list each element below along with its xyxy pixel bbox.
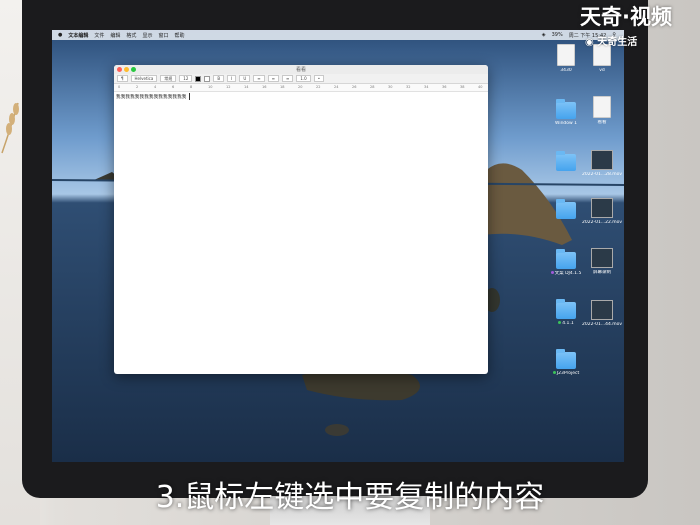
- desktop-folder[interactable]: 文案 DJ4.1.5: [546, 249, 586, 276]
- line-spacing-select[interactable]: 1.0: [296, 75, 311, 82]
- desktop-folder[interactable]: 4.1.1: [546, 299, 586, 326]
- document-icon: [593, 96, 611, 118]
- icon-label: Window 1: [554, 121, 578, 126]
- folder-icon: [556, 299, 576, 319]
- font-size-select[interactable]: 12: [179, 75, 193, 82]
- ruler-tick-label: 38: [460, 85, 465, 89]
- desktop-screen: ● 文本编辑 文件 编辑 格式 显示 窗口 帮助 ◈ 39% 周二 下午 15:…: [52, 30, 624, 462]
- desktop-video[interactable]: 2022-01...28.mov: [582, 150, 622, 177]
- desktop-video[interactable]: 2022-01...22.mov: [582, 198, 622, 225]
- menu-file[interactable]: 文件: [94, 32, 104, 39]
- ruler-tick-label: 20: [298, 85, 303, 89]
- ruler-tick-label: 6: [172, 85, 175, 89]
- ruler-tick-label: 16: [262, 85, 267, 89]
- menu-help[interactable]: 帮助: [174, 32, 184, 39]
- font-weight-select[interactable]: 常规: [160, 75, 177, 82]
- video-caption: 3.鼠标左键选中要复制的内容: [155, 480, 545, 515]
- ruler-tick-label: 28: [370, 85, 375, 89]
- menu-edit[interactable]: 编辑: [110, 32, 120, 39]
- desktop-folder[interactable]: J23Project: [546, 349, 586, 376]
- ruler-tick-label: 2: [136, 85, 139, 89]
- apple-menu-icon[interactable]: ●: [58, 32, 62, 38]
- document-body[interactable]: 我我我我我我我我我我我我我我我: [116, 93, 190, 100]
- icon-label: 3430: [560, 68, 572, 73]
- ruler-tick-label: 36: [442, 85, 447, 89]
- icon-label: 2022-01...22.mov: [582, 220, 622, 225]
- video-thumbnail-icon: [591, 150, 613, 170]
- desktop-file-3430[interactable]: 3430: [546, 44, 586, 73]
- icon-label: 2022-01...28.mov: [582, 172, 622, 177]
- desktop-file-kankan[interactable]: 看看: [582, 96, 622, 125]
- align-center-button[interactable]: ≡: [267, 75, 279, 82]
- icon-label: J23Project: [546, 371, 586, 376]
- ruler-tick-label: 10: [208, 85, 213, 89]
- ruler-tick-label: 12: [226, 85, 231, 89]
- text-color-swatch[interactable]: [195, 75, 202, 82]
- icon-label: 看看: [597, 120, 607, 125]
- window-titlebar[interactable]: 看看: [114, 65, 488, 74]
- folder-icon: [556, 249, 576, 269]
- document-text[interactable]: 我我我我我我我我我我我我我我我: [116, 95, 187, 100]
- video-thumbnail-icon: [591, 300, 613, 320]
- ruler[interactable]: 0 2 4 6 8 10 12 14 16 18 20 22 24 26 28 30 32 34 36 38 40: [114, 84, 488, 92]
- menu-window[interactable]: 窗口: [158, 32, 168, 39]
- menu-bar: ● 文本编辑 文件 编辑 格式 显示 窗口 帮助 ◈ 39% 周二 下午 15:…: [52, 30, 624, 40]
- menu-view[interactable]: 显示: [142, 32, 152, 39]
- paragraph-style-select[interactable]: ¶: [117, 75, 128, 82]
- menu-app-name[interactable]: 文本编辑: [68, 32, 88, 39]
- video-thumbnail-icon: [591, 198, 613, 218]
- textedit-window[interactable]: 看看 ¶ Helvetica 常规 12 B I U ≡ ≡ ≡ 1.0 • 0…: [114, 65, 488, 374]
- list-style-select[interactable]: •: [313, 75, 325, 82]
- format-toolbar: ¶ Helvetica 常规 12 B I U ≡ ≡ ≡ 1.0 •: [114, 74, 488, 84]
- watermark-sub-text: 天奇生活: [597, 37, 638, 48]
- watermark-brand: 天奇·视频: [580, 5, 672, 29]
- desktop-video[interactable]: 屏幕录制: [582, 248, 622, 275]
- ruler-tick-label: 22: [316, 85, 321, 89]
- ruler-tick-label: 34: [424, 85, 429, 89]
- desktop-folder[interactable]: [546, 199, 586, 221]
- icon-label: 4.1.1: [546, 321, 586, 326]
- icon-label: 文案 DJ4.1.5: [546, 271, 586, 276]
- wifi-icon[interactable]: ◈: [542, 32, 546, 39]
- ruler-tick-label: 14: [244, 85, 249, 89]
- ruler-tick-label: 24: [334, 85, 339, 89]
- ruler-tick-label: 18: [280, 85, 285, 89]
- wheat-decoration: [1, 102, 19, 154]
- desktop-folder-window1[interactable]: Window 1: [546, 99, 586, 126]
- battery-percent[interactable]: 39%: [552, 32, 563, 39]
- font-family-select[interactable]: Helvetica: [130, 75, 158, 82]
- desktop-video[interactable]: 2022-01...44.mov: [582, 300, 622, 327]
- bold-button[interactable]: B: [213, 75, 225, 82]
- desktop-folder[interactable]: [546, 151, 586, 173]
- video-thumbnail-icon: [591, 248, 613, 268]
- ruler-tick-label: 32: [406, 85, 411, 89]
- align-left-button[interactable]: ≡: [253, 75, 265, 82]
- icon-label: 屏幕录制: [593, 270, 611, 275]
- folder-icon: [556, 151, 576, 171]
- desktop-file-vd[interactable]: vd: [582, 44, 622, 73]
- ruler-tick-label: 30: [388, 85, 393, 89]
- document-icon: [557, 44, 575, 66]
- ruler-tick-label: 26: [352, 85, 357, 89]
- window-title: 看看: [295, 67, 306, 73]
- watermark-sub: ◉ 天奇生活: [585, 37, 638, 48]
- underline-button[interactable]: U: [239, 75, 251, 82]
- icon-label: vd: [599, 68, 605, 73]
- align-right-button[interactable]: ≡: [281, 75, 294, 82]
- folder-icon: [556, 349, 576, 369]
- folder-icon: [556, 99, 576, 119]
- highlight-color-swatch[interactable]: [204, 75, 211, 82]
- italic-button[interactable]: I: [227, 75, 237, 82]
- ruler-tick-label: 8: [190, 85, 193, 89]
- icon-label: 2022-01...44.mov: [582, 322, 622, 327]
- ruler-tick-label: 0: [118, 85, 121, 89]
- folder-icon: [556, 199, 576, 219]
- ruler-tick-label: 4: [154, 85, 157, 89]
- ruler-tick-label: 40: [478, 85, 483, 89]
- menu-format[interactable]: 格式: [126, 32, 136, 39]
- text-cursor: [188, 93, 190, 100]
